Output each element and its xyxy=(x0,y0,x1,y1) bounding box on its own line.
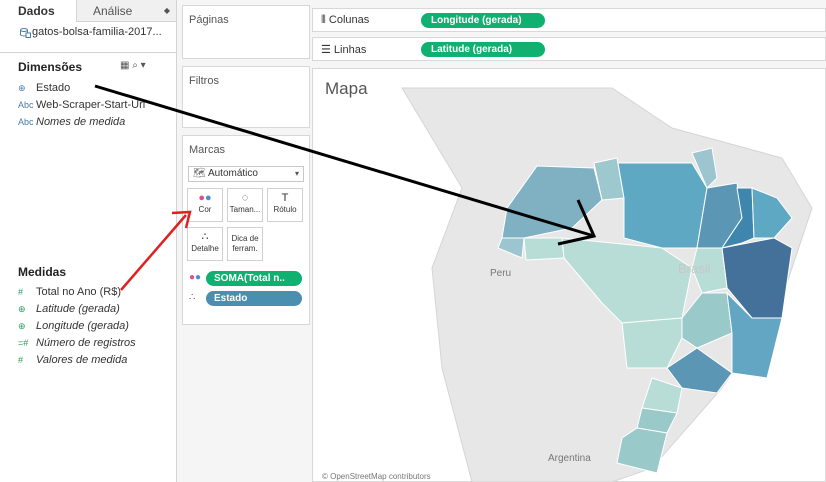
abc-icon: Abc xyxy=(18,100,34,110)
mark-type-dropdown[interactable]: 🗺 Automático ▾ xyxy=(188,166,304,182)
measure-field-total-no-ano[interactable]: # Total no Ano (R$) xyxy=(18,284,121,301)
dimensions-title: Dimensões xyxy=(18,60,83,74)
field-label: Web-Scraper-Start-Url xyxy=(36,99,146,111)
measure-field-valores-medida[interactable]: # Valores de medida xyxy=(18,352,127,369)
filters-title: Filtros xyxy=(189,75,219,87)
measure-field-latitude[interactable]: ⊕ Latitude (gerada) xyxy=(18,301,120,318)
detail-icon: ∴ xyxy=(189,292,196,303)
measure-field-numero-registros[interactable]: =# Número de registros xyxy=(18,335,136,352)
pill-soma-total[interactable]: SOMA(Total n.. xyxy=(206,271,302,286)
map-view[interactable]: Mapa xyxy=(312,68,826,482)
search-icon[interactable]: ⌕ xyxy=(132,60,138,71)
rows-label: ☰ Linhas xyxy=(321,44,367,56)
detail-icon: ∴ xyxy=(201,231,209,243)
color-dots-icon: ●● xyxy=(198,192,212,204)
filters-shelf[interactable]: Filtros xyxy=(182,66,310,128)
label-label: Rótulo xyxy=(273,205,297,214)
map-icon: 🗺 xyxy=(193,168,206,179)
pill-latitude[interactable]: Latitude (gerada) xyxy=(421,42,545,57)
datasource-item[interactable]: gatos-bolsa-familia-2017... xyxy=(18,26,162,38)
tooltip-label: Dica de ferram. xyxy=(231,234,259,253)
field-label: Número de registros xyxy=(36,337,136,349)
data-pane: Dados Análise ◆ gatos-bolsa-familia-2017… xyxy=(0,0,177,482)
field-label: Nomes de medida xyxy=(36,116,126,128)
size-icon: ◌ xyxy=(241,192,249,204)
tab-dados[interactable]: Dados xyxy=(0,0,76,22)
marks-title: Marcas xyxy=(189,144,226,156)
tab-analise-label: Análise xyxy=(93,4,133,18)
view-title: Mapa xyxy=(325,79,368,98)
dimension-field-estado[interactable]: ⊕ Estado xyxy=(18,80,70,97)
detail-label: Detalhe xyxy=(191,244,219,253)
detail-button[interactable]: ∴ Detalhe xyxy=(187,227,223,261)
pages-title: Páginas xyxy=(189,14,229,26)
marks-card: Marcas 🗺 Automático ▾ ●● Cor ◌ Taman... … xyxy=(182,135,310,325)
color-label: Cor xyxy=(198,205,212,214)
label-button[interactable]: T Rótulo xyxy=(267,188,303,222)
columns-label: ⦀ Colunas xyxy=(321,14,370,26)
tooltip-button[interactable]: Dica de ferram. xyxy=(227,227,263,261)
label-icon: T xyxy=(281,192,289,204)
color-dots-icon: ●● xyxy=(189,272,202,283)
number-icon: # xyxy=(18,287,24,297)
globe-icon: ⊕ xyxy=(18,304,26,314)
globe-icon: ⊕ xyxy=(18,83,26,93)
dimension-field-nomes-de-medida[interactable]: Abc Nomes de medida xyxy=(18,114,125,131)
divider xyxy=(0,52,176,53)
dropdown-icon[interactable]: ▾ xyxy=(141,60,146,71)
rows-shelf[interactable]: ☰ Linhas Latitude (gerada) xyxy=(312,37,826,61)
field-label: Latitude (gerada) xyxy=(36,303,120,315)
color-button[interactable]: ●● Cor xyxy=(187,188,223,222)
dimension-field-web-scraper[interactable]: Abc Web-Scraper-Start-Url xyxy=(18,97,145,114)
pages-shelf[interactable]: Páginas xyxy=(182,5,310,59)
measure-field-longitude[interactable]: ⊕ Longitude (gerada) xyxy=(18,318,129,335)
datasource-name: gatos-bolsa-familia-2017... xyxy=(32,26,162,38)
size-label: Taman... xyxy=(229,205,261,214)
chevron-down-icon: ▾ xyxy=(294,169,299,178)
mark-type-value: Automático xyxy=(207,168,258,179)
pill-longitude[interactable]: Longitude (gerada) xyxy=(421,13,545,28)
abc-icon: Abc xyxy=(18,117,34,127)
view-toggle-icon[interactable]: ▦ xyxy=(120,60,129,71)
number-icon: # xyxy=(18,355,24,365)
pill-estado[interactable]: Estado xyxy=(206,291,302,306)
columns-icon: ⦀ xyxy=(321,14,329,26)
field-label: Valores de medida xyxy=(36,354,128,366)
rows-icon: ☰ xyxy=(321,44,334,56)
datasource-icon xyxy=(20,28,31,38)
size-button[interactable]: ◌ Taman... xyxy=(227,188,263,222)
tab-menu-arrow-icon[interactable]: ◆ xyxy=(164,0,170,22)
tab-analise[interactable]: Análise ◆ xyxy=(76,0,176,22)
dimensions-tools: ▦ ⌕ ▾ xyxy=(120,60,146,71)
globe-icon: ⊕ xyxy=(18,321,26,331)
field-label: Estado xyxy=(36,82,71,94)
field-label: Total no Ano (R$) xyxy=(36,286,121,298)
measures-title: Medidas xyxy=(18,265,67,279)
columns-shelf[interactable]: ⦀ Colunas Longitude (gerada) xyxy=(312,8,826,32)
number-icon: =# xyxy=(18,338,29,348)
field-label: Longitude (gerada) xyxy=(36,320,129,332)
